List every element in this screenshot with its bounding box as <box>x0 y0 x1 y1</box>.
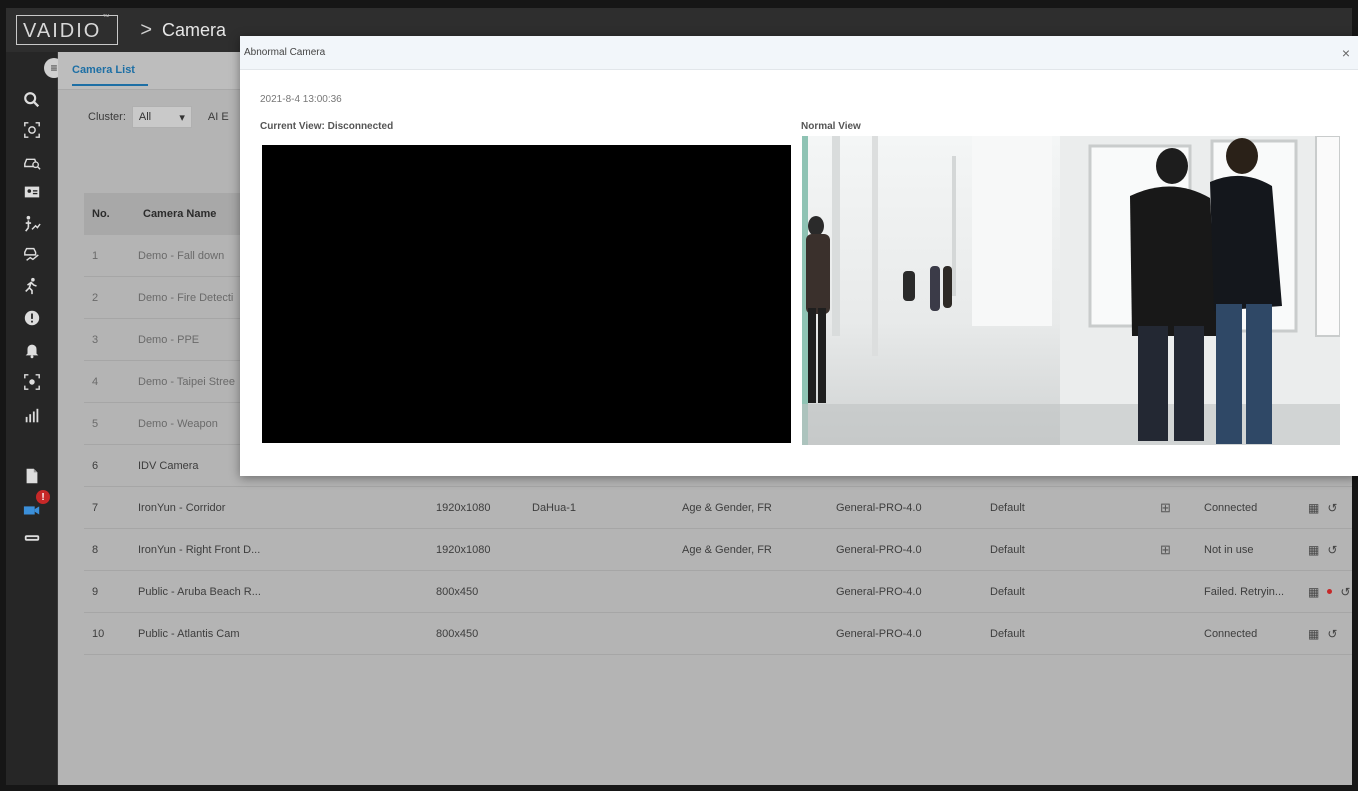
abnormal-camera-modal: Abnormal Camera × 2021-8-4 13:00:36 Curr… <box>240 36 1358 476</box>
roi-icon[interactable]: ⊞ <box>1160 542 1204 558</box>
vaidio-logo[interactable]: VAIDIO ™ <box>16 14 119 45</box>
camera-icon[interactable]: ! <box>20 490 50 522</box>
cluster-label: Cluster: <box>88 111 126 123</box>
table-row[interactable]: 9 Public - Aruba Beach R... 800x450 General… <box>84 571 1352 613</box>
cell-status: Connected <box>1204 627 1258 640</box>
sidebar: ≡ ! <box>6 52 64 785</box>
breadcrumb-camera: Camera <box>162 19 227 40</box>
normal-view-image <box>802 136 1340 445</box>
analytics-icon[interactable] <box>20 404 44 428</box>
cell-resolution: 800x450 <box>436 585 479 598</box>
cell-no: 10 <box>92 627 105 640</box>
modal-timestamp: 2021-8-4 13:00:36 <box>260 94 342 105</box>
cell-status: Failed. Retryin... <box>1204 585 1285 598</box>
cell-model: General-PRO-4.0 <box>836 543 922 556</box>
id-card-icon[interactable] <box>20 180 44 204</box>
roi-icon[interactable]: ⊞ <box>1160 500 1204 516</box>
person-activity-icon[interactable] <box>20 212 44 236</box>
search-icon[interactable] <box>20 88 44 112</box>
face-scan-icon[interactable] <box>20 118 44 142</box>
cell-resolution: 800x450 <box>436 627 479 640</box>
bell-icon[interactable] <box>20 338 44 362</box>
cell-ai-engine: Age & Gender, FR <box>682 501 772 514</box>
file-icon[interactable] <box>20 464 44 488</box>
running-person-icon[interactable] <box>20 274 44 298</box>
calendar-icon[interactable]: ▦ <box>1308 501 1319 515</box>
filter-bar: Cluster: All ▾ AI E <box>88 106 229 128</box>
breadcrumb-separator: > <box>140 18 152 41</box>
cell-camera-name: IronYun - Corridor <box>138 501 226 514</box>
cell-camera-name: Public - Atlantis Cam <box>138 627 240 640</box>
cell-status: Connected <box>1204 501 1258 514</box>
history-icon[interactable]: ↺ <box>1327 543 1337 557</box>
cell-resolution: 1920x1080 <box>436 501 491 514</box>
cell-camera-name: Public - Aruba Beach R... <box>138 585 261 598</box>
row-actions: ▦↺ <box>1308 543 1352 557</box>
cell-group: Default <box>990 543 1025 556</box>
table-row[interactable]: 8 IronYun - Right Front D... 1920x1080 Age … <box>84 529 1352 571</box>
modal-title: Abnormal Camera <box>244 47 326 58</box>
cell-no: 6 <box>92 459 99 472</box>
cell-camera-name: IronYun - Right Front D... <box>138 543 261 556</box>
tab-camera-list[interactable]: Camera List <box>72 64 148 86</box>
error-dot-icon <box>1327 589 1333 594</box>
camera-alert-badge: ! <box>36 490 50 504</box>
cell-model: General-PRO-4.0 <box>836 627 922 640</box>
cell-status: Not in use <box>1204 543 1254 556</box>
calendar-icon[interactable]: ▦ <box>1308 585 1319 599</box>
cell-model: General-PRO-4.0 <box>836 585 922 598</box>
header-no[interactable]: No. <box>84 208 138 220</box>
cell-no: 8 <box>92 543 99 556</box>
cell-ai-engine: Age & Gender, FR <box>682 543 772 556</box>
cell-model: General-PRO-4.0 <box>836 501 922 514</box>
row-actions: ▦↺ <box>1308 501 1352 515</box>
cell-group: Default <box>990 627 1025 640</box>
normal-view-label: Normal View <box>801 121 861 132</box>
table-row[interactable]: 10 Public - Atlantis Cam 800x450 General-PR… <box>84 613 1352 655</box>
cell-group: Default <box>990 501 1025 514</box>
chevron-down-icon: ▾ <box>179 111 185 124</box>
vehicle-trend-icon[interactable] <box>20 242 44 266</box>
logo-trademark: ™ <box>102 14 112 21</box>
history-icon[interactable]: ↺ <box>1340 585 1350 599</box>
cell-no: 5 <box>92 417 99 430</box>
current-view-label: Current View: Disconnected <box>260 121 394 132</box>
cell-group: Default <box>990 585 1025 598</box>
cell-source: DaHua-1 <box>532 501 577 514</box>
cell-no: 1 <box>92 249 99 262</box>
current-view-image <box>262 145 791 443</box>
table-row[interactable]: 7 IronYun - Corridor 1920x1080 DaHua-1 Age &… <box>84 487 1352 529</box>
cluster-select-value: All <box>138 111 152 123</box>
device-icon[interactable] <box>20 526 44 550</box>
alert-icon[interactable] <box>20 306 44 330</box>
cell-no: 4 <box>92 375 99 388</box>
cluster-select[interactable]: All ▾ <box>131 106 192 128</box>
cell-no: 2 <box>92 291 99 304</box>
vehicle-search-icon[interactable] <box>20 150 44 174</box>
row-actions: ▦↺ <box>1308 627 1352 641</box>
calendar-icon[interactable]: ▦ <box>1308 543 1319 557</box>
history-icon[interactable]: ↺ <box>1327 501 1337 515</box>
cell-no: 9 <box>92 585 99 598</box>
ai-engine-label: AI E <box>207 111 229 123</box>
row-actions: ▦↺ <box>1308 585 1352 599</box>
history-icon[interactable]: ↺ <box>1327 627 1337 641</box>
modal-header: Abnormal Camera × <box>240 36 1358 70</box>
cell-no: 3 <box>92 333 99 346</box>
calendar-icon[interactable]: ▦ <box>1308 627 1319 641</box>
logo-text: VAIDIO <box>23 19 102 42</box>
close-icon[interactable]: × <box>1342 45 1350 61</box>
cell-resolution: 1920x1080 <box>436 543 491 556</box>
cell-no: 7 <box>92 501 99 514</box>
camera-scan-icon[interactable] <box>20 370 44 394</box>
